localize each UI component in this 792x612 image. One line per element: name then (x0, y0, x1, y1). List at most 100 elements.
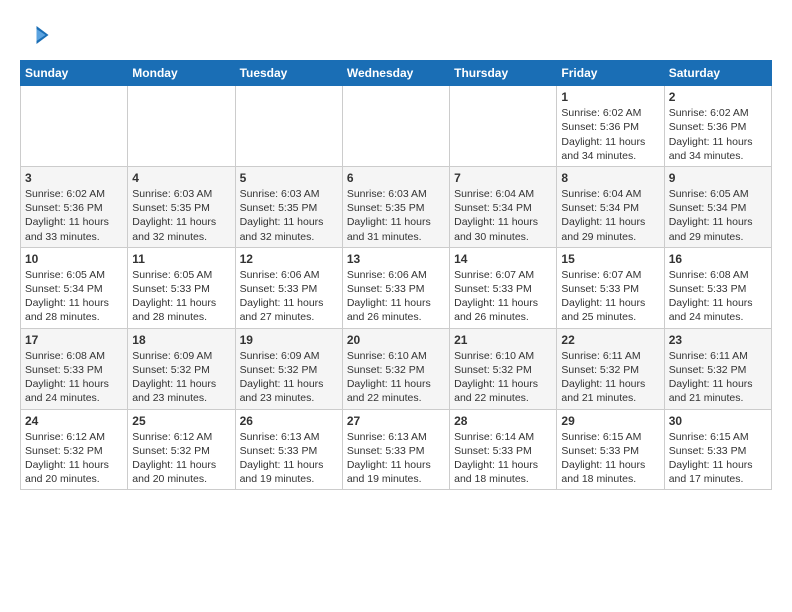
day-number: 3 (25, 170, 123, 186)
daylight-text: Daylight: 11 hours and 28 minutes. (25, 297, 109, 323)
sunset-text: Sunset: 5:32 PM (454, 364, 532, 376)
day-number: 30 (669, 413, 767, 429)
sunrise-text: Sunrise: 6:02 AM (25, 188, 105, 200)
day-number: 12 (240, 251, 338, 267)
daylight-text: Daylight: 11 hours and 18 minutes. (454, 459, 538, 485)
calendar-week: 1Sunrise: 6:02 AMSunset: 5:36 PMDaylight… (21, 86, 772, 167)
sunset-text: Sunset: 5:34 PM (561, 202, 639, 214)
daylight-text: Daylight: 11 hours and 22 minutes. (347, 378, 431, 404)
weekday-header: Sunday (21, 61, 128, 86)
logo-area (20, 20, 55, 50)
sunset-text: Sunset: 5:33 PM (347, 283, 425, 295)
calendar-cell: 27Sunrise: 6:13 AMSunset: 5:33 PMDayligh… (342, 409, 449, 490)
day-number: 27 (347, 413, 445, 429)
sunrise-text: Sunrise: 6:03 AM (132, 188, 212, 200)
day-number: 14 (454, 251, 552, 267)
sunset-text: Sunset: 5:36 PM (25, 202, 103, 214)
daylight-text: Daylight: 11 hours and 24 minutes. (25, 378, 109, 404)
day-number: 16 (669, 251, 767, 267)
calendar-cell: 20Sunrise: 6:10 AMSunset: 5:32 PMDayligh… (342, 328, 449, 409)
day-number: 6 (347, 170, 445, 186)
daylight-text: Daylight: 11 hours and 28 minutes. (132, 297, 216, 323)
weekday-header: Monday (128, 61, 235, 86)
sunset-text: Sunset: 5:33 PM (240, 283, 318, 295)
sunrise-text: Sunrise: 6:05 AM (132, 269, 212, 281)
weekday-header: Tuesday (235, 61, 342, 86)
calendar-cell: 5Sunrise: 6:03 AMSunset: 5:35 PMDaylight… (235, 166, 342, 247)
day-number: 20 (347, 332, 445, 348)
sunrise-text: Sunrise: 6:05 AM (669, 188, 749, 200)
sunset-text: Sunset: 5:34 PM (25, 283, 103, 295)
day-number: 24 (25, 413, 123, 429)
day-number: 18 (132, 332, 230, 348)
sunset-text: Sunset: 5:36 PM (669, 121, 747, 133)
calendar-cell: 14Sunrise: 6:07 AMSunset: 5:33 PMDayligh… (450, 247, 557, 328)
day-number: 2 (669, 89, 767, 105)
day-number: 11 (132, 251, 230, 267)
calendar-cell: 10 Sunrise: 6:05 AM Sunset: 5:34 PM Dayligh… (21, 247, 128, 328)
daylight-text: Daylight: 11 hours and 27 minutes. (240, 297, 324, 323)
day-number: 10 (25, 251, 123, 267)
daylight-text: Daylight: 11 hours and 31 minutes. (347, 216, 431, 242)
calendar-week: 24Sunrise: 6:12 AMSunset: 5:32 PMDayligh… (21, 409, 772, 490)
sunset-text: Sunset: 5:32 PM (561, 364, 639, 376)
daylight-text: Daylight: 11 hours and 21 minutes. (561, 378, 645, 404)
day-number: 22 (561, 332, 659, 348)
calendar-cell (450, 86, 557, 167)
sunset-text: Sunset: 5:32 PM (240, 364, 318, 376)
sunrise-text: Sunrise: 6:14 AM (454, 431, 534, 443)
daylight-text: Daylight: 11 hours and 32 minutes. (240, 216, 324, 242)
day-number: 25 (132, 413, 230, 429)
sunrise-text: Sunrise: 6:12 AM (132, 431, 212, 443)
sunrise-text: Sunrise: 6:06 AM (240, 269, 320, 281)
day-number: 26 (240, 413, 338, 429)
daylight-text: Daylight: 11 hours and 32 minutes. (132, 216, 216, 242)
calendar-cell: 19Sunrise: 6:09 AMSunset: 5:32 PMDayligh… (235, 328, 342, 409)
sunset-text: Sunset: 5:33 PM (454, 445, 532, 457)
sunset-text: Sunset: 5:35 PM (347, 202, 425, 214)
day-number: 28 (454, 413, 552, 429)
day-number: 17 (25, 332, 123, 348)
calendar-cell: 17Sunrise: 6:08 AMSunset: 5:33 PMDayligh… (21, 328, 128, 409)
sunset-text: Sunset: 5:33 PM (561, 445, 639, 457)
sunrise-text: Sunrise: 6:05 AM (25, 269, 105, 281)
sunset-text: Sunset: 5:32 PM (669, 364, 747, 376)
daylight-text: Daylight: 11 hours and 20 minutes. (25, 459, 109, 485)
sunset-text: Sunset: 5:33 PM (669, 445, 747, 457)
daylight-text: Daylight: 11 hours and 23 minutes. (132, 378, 216, 404)
day-number: 1 (561, 89, 659, 105)
calendar-cell: 9Sunrise: 6:05 AMSunset: 5:34 PMDaylight… (664, 166, 771, 247)
calendar-week: 10 Sunrise: 6:05 AM Sunset: 5:34 PM Dayligh… (21, 247, 772, 328)
daylight-text: Daylight: 11 hours and 26 minutes. (347, 297, 431, 323)
calendar-cell: 4Sunrise: 6:03 AMSunset: 5:35 PMDaylight… (128, 166, 235, 247)
calendar: SundayMondayTuesdayWednesdayThursdayFrid… (20, 60, 772, 490)
calendar-cell: 15Sunrise: 6:07 AMSunset: 5:33 PMDayligh… (557, 247, 664, 328)
sunset-text: Sunset: 5:32 PM (347, 364, 425, 376)
day-number: 19 (240, 332, 338, 348)
calendar-cell: 8Sunrise: 6:04 AMSunset: 5:34 PMDaylight… (557, 166, 664, 247)
calendar-cell: 26Sunrise: 6:13 AMSunset: 5:33 PMDayligh… (235, 409, 342, 490)
calendar-cell: 3Sunrise: 6:02 AMSunset: 5:36 PMDaylight… (21, 166, 128, 247)
sunset-text: Sunset: 5:33 PM (132, 283, 210, 295)
sunrise-text: Sunrise: 6:04 AM (561, 188, 641, 200)
sunset-text: Sunset: 5:34 PM (669, 202, 747, 214)
sunrise-text: Sunrise: 6:11 AM (669, 350, 748, 362)
sunset-text: Sunset: 5:33 PM (347, 445, 425, 457)
sunset-text: Sunset: 5:35 PM (240, 202, 318, 214)
daylight-text: Daylight: 11 hours and 25 minutes. (561, 297, 645, 323)
sunrise-text: Sunrise: 6:03 AM (347, 188, 427, 200)
calendar-header: SundayMondayTuesdayWednesdayThursdayFrid… (21, 61, 772, 86)
day-number: 7 (454, 170, 552, 186)
calendar-cell (235, 86, 342, 167)
calendar-cell: 21Sunrise: 6:10 AMSunset: 5:32 PMDayligh… (450, 328, 557, 409)
daylight-text: Daylight: 11 hours and 19 minutes. (347, 459, 431, 485)
sunrise-text: Sunrise: 6:12 AM (25, 431, 105, 443)
sunrise-text: Sunrise: 6:09 AM (240, 350, 320, 362)
calendar-cell: 2Sunrise: 6:02 AMSunset: 5:36 PMDaylight… (664, 86, 771, 167)
sunset-text: Sunset: 5:33 PM (454, 283, 532, 295)
sunrise-text: Sunrise: 6:08 AM (669, 269, 749, 281)
day-number: 21 (454, 332, 552, 348)
sunset-text: Sunset: 5:32 PM (132, 364, 210, 376)
calendar-cell: 12 Sunrise: 6:06 AM Sunset: 5:33 PM Dayligh… (235, 247, 342, 328)
calendar-body: 1 Sunrise: 6:02 AM Sunset: 5:36 PM Daylight… (21, 86, 772, 490)
